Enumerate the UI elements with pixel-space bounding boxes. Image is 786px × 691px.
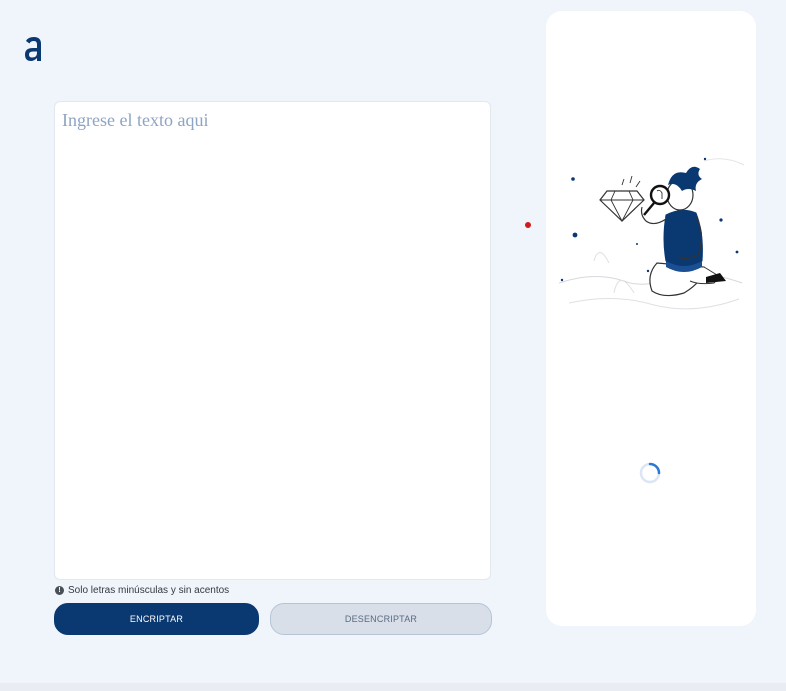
bottom-strip — [0, 683, 786, 691]
person-with-magnifying-glass-icon — [558, 157, 745, 310]
input-hint: ! Solo letras minúsculas y sin acentos — [55, 585, 229, 596]
loading-spinner-icon — [639, 462, 661, 484]
exclamation-circle-icon: ! — [55, 586, 64, 595]
page: ! Solo letras minúsculas y sin acentos E… — [0, 0, 786, 691]
output-panel — [546, 11, 756, 626]
text-input[interactable] — [54, 101, 491, 580]
hint-text: Solo letras minúsculas y sin acentos — [68, 585, 230, 596]
status-dot — [525, 222, 531, 228]
alura-logo-icon[interactable] — [22, 34, 46, 64]
encrypt-button[interactable]: ENCRIPTAR — [54, 603, 259, 635]
decrypt-button[interactable]: DESENCRIPTAR — [270, 603, 492, 635]
